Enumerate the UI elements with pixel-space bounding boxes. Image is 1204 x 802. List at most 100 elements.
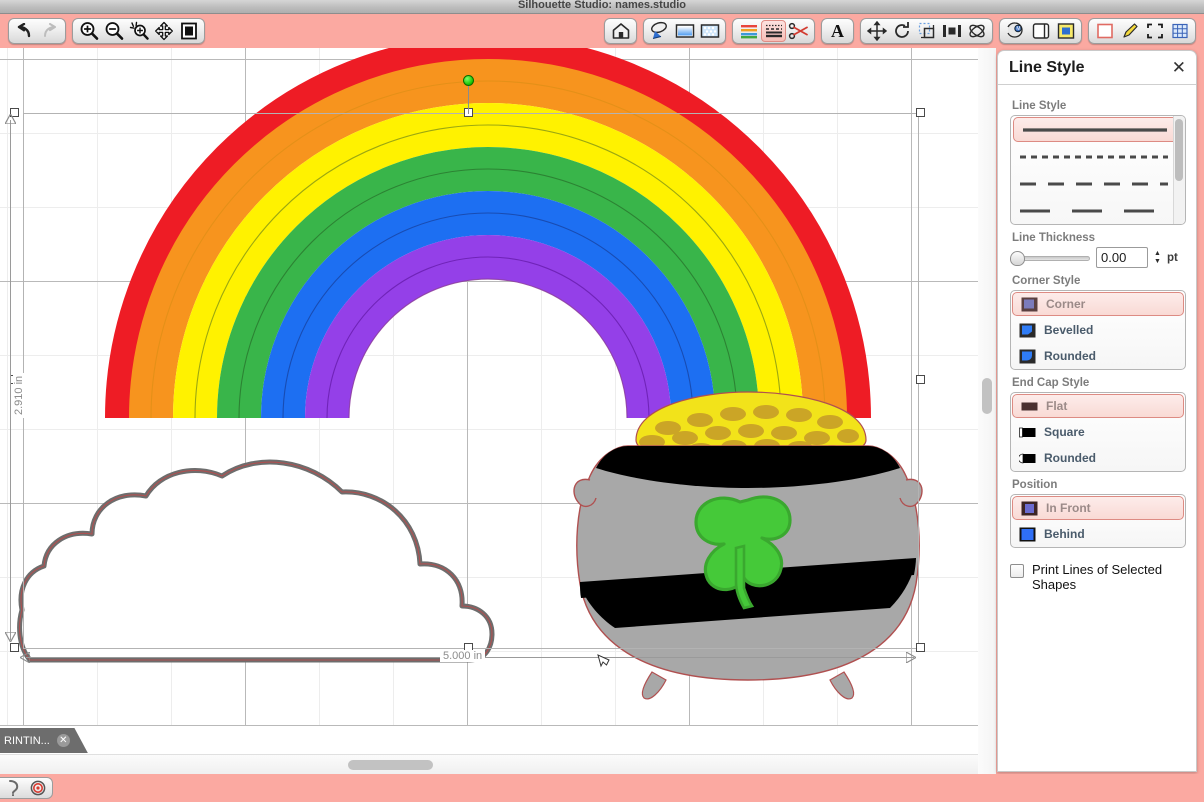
page-setup-icon[interactable] bbox=[647, 20, 672, 42]
print-lines-row[interactable]: Print Lines of Selected Shapes bbox=[1010, 562, 1186, 592]
panel-header: Line Style ✕ bbox=[998, 51, 1196, 85]
toolbar-group-design-view bbox=[643, 18, 726, 44]
line-style-panel: Line Style ✕ Line Style Line Thickness 0… bbox=[997, 50, 1197, 772]
position-option-behind[interactable]: Behind bbox=[1011, 521, 1185, 547]
scissors-icon[interactable] bbox=[786, 20, 811, 42]
page-color-icon[interactable] bbox=[672, 20, 697, 42]
page-texture-icon[interactable] bbox=[697, 20, 722, 42]
trace-icon[interactable] bbox=[1053, 20, 1078, 42]
application-window: Silhouette Studio: names.studio A M 2.91… bbox=[0, 0, 1204, 802]
position-label-behind: Behind bbox=[1044, 527, 1085, 541]
rotate-icon[interactable] bbox=[889, 20, 914, 42]
target-icon[interactable] bbox=[28, 779, 48, 797]
corner-style-option-bevelled[interactable]: Bevelled bbox=[1011, 317, 1185, 343]
grid-icon[interactable] bbox=[1167, 20, 1192, 42]
stepper-down-icon[interactable]: ▼ bbox=[1154, 258, 1161, 265]
line-style-option-dashed-medium[interactable] bbox=[1011, 170, 1185, 197]
house-icon[interactable] bbox=[608, 20, 633, 42]
pot-of-gold bbox=[573, 391, 923, 700]
line-style-icon[interactable] bbox=[761, 20, 786, 42]
dim-arrow-left bbox=[20, 652, 30, 663]
stepper-up-icon[interactable]: ▲ bbox=[1154, 250, 1161, 257]
end-cap-option-rounded[interactable]: Rounded bbox=[1011, 445, 1185, 471]
line-style-list[interactable] bbox=[1010, 115, 1186, 225]
dimension-width-label: 5.000 in bbox=[440, 650, 486, 662]
design-canvas[interactable]: 2.910 in 5.000 in bbox=[0, 48, 978, 774]
toolbar-group-style bbox=[732, 18, 815, 44]
zoom-out-icon[interactable] bbox=[101, 20, 126, 42]
line-preview-dashed-medium bbox=[1020, 182, 1168, 185]
corner-style-option-corner[interactable]: Corner bbox=[1012, 292, 1184, 316]
undo-icon[interactable] bbox=[12, 20, 37, 42]
end-cap-style-list: Flat Square Rounded bbox=[1010, 392, 1186, 472]
line-thickness-section-label: Line Thickness bbox=[1012, 232, 1096, 244]
end-cap-label-rounded: Rounded bbox=[1044, 451, 1096, 465]
horizontal-scrollbar[interactable] bbox=[0, 754, 978, 774]
close-icon[interactable]: ✕ bbox=[56, 734, 70, 747]
mouse-cursor-icon bbox=[597, 654, 610, 668]
fit-page-icon[interactable] bbox=[176, 20, 201, 42]
line-style-section-label: Line Style bbox=[1012, 100, 1067, 112]
letter-a-icon[interactable]: A bbox=[825, 20, 850, 42]
modify-icon[interactable]: M bbox=[1003, 20, 1028, 42]
position-section-label: Position bbox=[1012, 479, 1058, 491]
corner-style-option-rounded[interactable]: Rounded bbox=[1011, 343, 1185, 369]
line-style-option-dashed-fine[interactable] bbox=[1011, 143, 1185, 170]
line-style-scrollbar[interactable] bbox=[1173, 116, 1185, 224]
corner-style-section-label: Corner Style bbox=[1012, 275, 1081, 287]
line-thickness-slider[interactable] bbox=[1010, 250, 1090, 266]
line-style-scrollbar-thumb[interactable] bbox=[1175, 119, 1183, 181]
line-thickness-controls: 0.00 ▲ ▼ pt bbox=[1010, 247, 1186, 268]
pen-icon[interactable] bbox=[1117, 20, 1142, 42]
end-cap-option-flat[interactable]: Flat bbox=[1012, 394, 1184, 418]
replicate-icon[interactable] bbox=[964, 20, 989, 42]
dim-arrow-up bbox=[5, 114, 16, 124]
corner-bevel-icon bbox=[1019, 323, 1036, 337]
artwork-rainbow-pot-of-gold[interactable] bbox=[0, 48, 978, 774]
zoom-in-icon[interactable] bbox=[76, 20, 101, 42]
status-button-group bbox=[0, 777, 53, 799]
vertical-scrollbar-thumb[interactable] bbox=[982, 378, 992, 414]
toolbar-group-history bbox=[8, 18, 66, 44]
reg-marks-icon[interactable] bbox=[1092, 20, 1117, 42]
document-tab[interactable]: RINTIN... ✕ bbox=[0, 728, 88, 753]
toolbar-group-zoom bbox=[72, 18, 205, 44]
position-behind-icon bbox=[1019, 527, 1036, 541]
document-tab-strip: RINTIN... ✕ bbox=[0, 726, 978, 754]
fill-style-icon[interactable] bbox=[736, 20, 761, 42]
help-icon[interactable] bbox=[3, 779, 23, 797]
redo-icon[interactable] bbox=[37, 20, 62, 42]
line-preview-solid bbox=[1023, 127, 1167, 132]
slider-knob[interactable] bbox=[1010, 250, 1025, 266]
line-style-option-dashed-long[interactable] bbox=[1011, 197, 1185, 224]
vertical-scrollbar[interactable] bbox=[978, 48, 996, 774]
cap-square-icon bbox=[1019, 427, 1036, 437]
toolbar-group-text: A bbox=[821, 18, 854, 44]
cap-flat-icon bbox=[1021, 402, 1038, 410]
line-style-option-solid[interactable] bbox=[1013, 117, 1183, 142]
pan-icon[interactable] bbox=[151, 20, 176, 42]
panel-body: Line Style Line Thickness 0.00 ▲ ▼ pt Co… bbox=[998, 85, 1196, 592]
dim-arrow-right bbox=[906, 652, 916, 663]
canvas-surface[interactable]: 2.910 in 5.000 in bbox=[0, 48, 978, 774]
dim-vertical-line bbox=[10, 120, 11, 640]
end-cap-label-flat: Flat bbox=[1046, 399, 1068, 413]
panel-title: Line Style bbox=[1009, 58, 1085, 76]
move-arrows-icon[interactable] bbox=[864, 20, 889, 42]
close-icon[interactable]: ✕ bbox=[1172, 59, 1186, 76]
align-icon[interactable] bbox=[939, 20, 964, 42]
line-thickness-stepper[interactable]: ▲ ▼ bbox=[1154, 250, 1161, 265]
toolbar-group-print bbox=[1088, 18, 1196, 44]
crop-marks-icon[interactable] bbox=[1142, 20, 1167, 42]
line-preview-dashed-long bbox=[1020, 209, 1168, 212]
position-option-in-front[interactable]: In Front bbox=[1012, 496, 1184, 520]
horizontal-scrollbar-thumb[interactable] bbox=[348, 760, 433, 770]
offset-icon[interactable] bbox=[1028, 20, 1053, 42]
line-thickness-input[interactable]: 0.00 bbox=[1096, 247, 1148, 268]
toolbar-group-library bbox=[604, 18, 637, 44]
position-label-in-front: In Front bbox=[1046, 501, 1091, 515]
end-cap-option-square[interactable]: Square bbox=[1011, 419, 1185, 445]
zoom-selection-icon[interactable] bbox=[126, 20, 151, 42]
scale-icon[interactable] bbox=[914, 20, 939, 42]
print-lines-checkbox[interactable] bbox=[1010, 564, 1024, 578]
